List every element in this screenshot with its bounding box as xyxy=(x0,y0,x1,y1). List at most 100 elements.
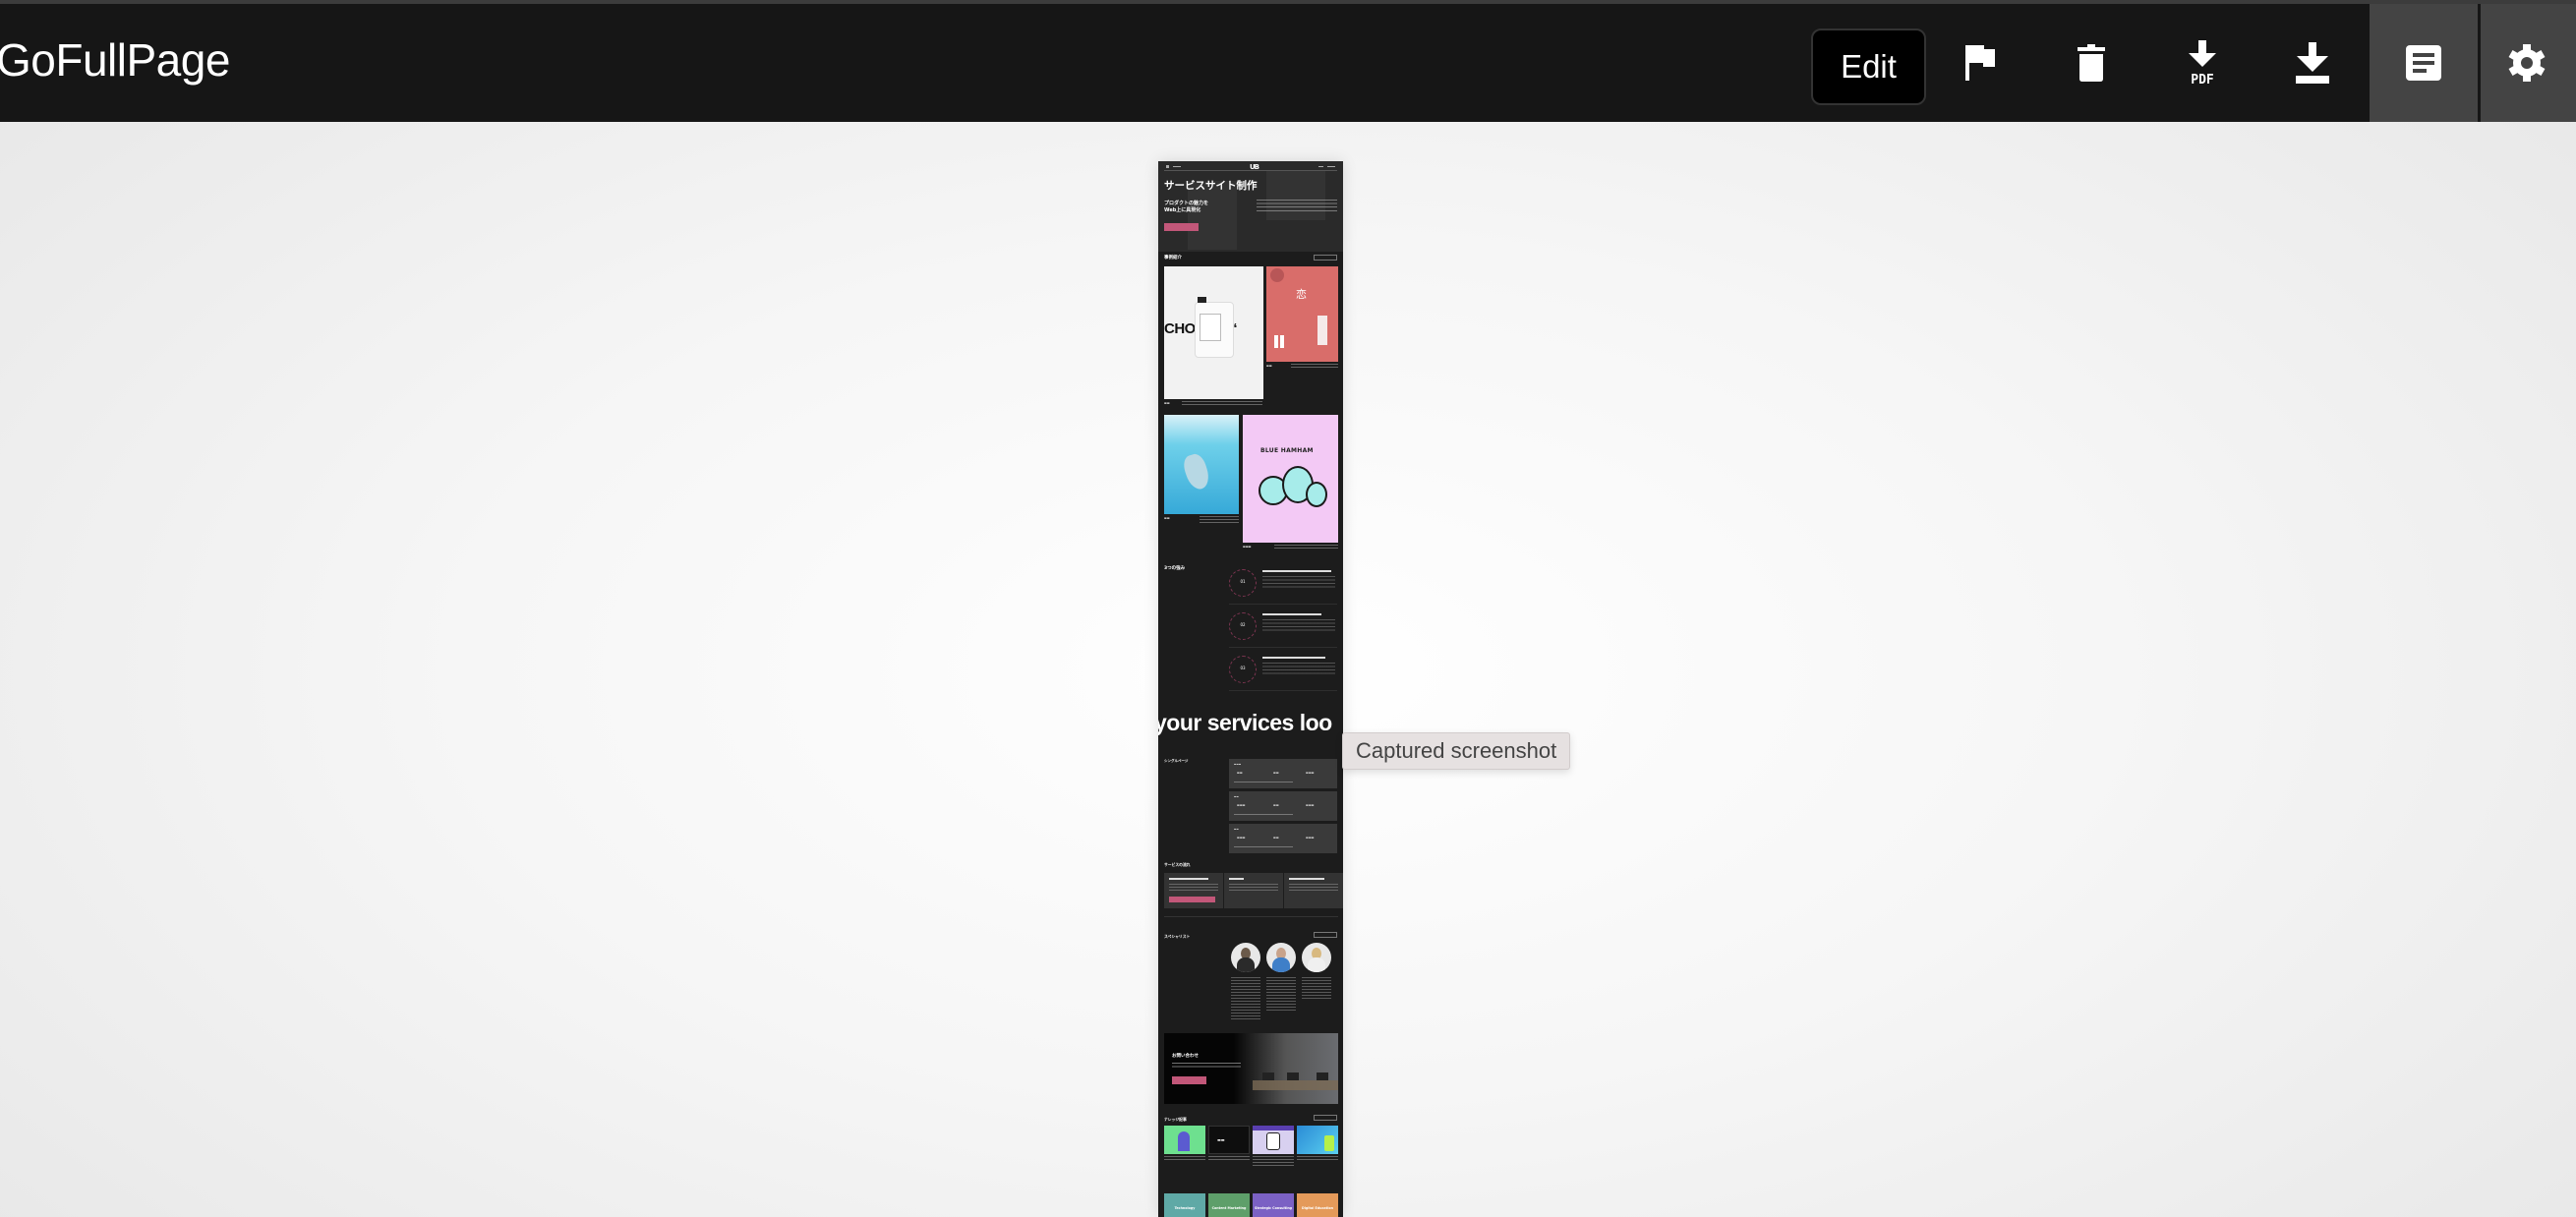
hero-subtitle: プロダクトの魅力を Web上に具現化 xyxy=(1164,201,1209,213)
plan-value: ▬▬ xyxy=(1273,803,1279,807)
swimmer-illustration xyxy=(1180,451,1213,493)
case-caption xyxy=(1274,545,1338,550)
contact-cta-button xyxy=(1172,1076,1206,1084)
case-name: ▬▬ xyxy=(1164,401,1170,405)
category-card: Content Marketing xyxy=(1208,1193,1250,1217)
article-title xyxy=(1253,1156,1294,1166)
strength-title xyxy=(1262,657,1325,659)
article-title xyxy=(1208,1156,1250,1162)
product-tube xyxy=(1280,335,1284,348)
strength-item: 03 xyxy=(1229,648,1337,691)
flow-cta-button xyxy=(1169,897,1215,902)
plan-value: ▬▬ xyxy=(1273,771,1279,775)
plan-card: ▬▬▬ ▬▬ ▬▬ ▬▬▬ xyxy=(1229,759,1337,788)
bottle-cap xyxy=(1198,297,1206,303)
pdf-badge: PDF xyxy=(2191,73,2214,86)
avatar-body xyxy=(1272,957,1290,972)
flow-step-card xyxy=(1164,873,1223,908)
flow-step-body xyxy=(1169,884,1218,892)
trash-icon xyxy=(2078,44,2105,82)
article-thumbnail xyxy=(1253,1126,1294,1154)
product-tube xyxy=(1274,335,1278,348)
contact-title: お問い合わせ xyxy=(1172,1054,1199,1059)
articles-more-button xyxy=(1314,1115,1337,1121)
preview-tooltip: Captured screenshot xyxy=(1342,732,1571,770)
specialist-bio xyxy=(1302,977,1331,1001)
office-desk xyxy=(1253,1080,1338,1090)
specialist-avatar xyxy=(1266,943,1296,972)
article-thumbnail: ▬▬ xyxy=(1208,1126,1250,1154)
flow-step-title xyxy=(1229,878,1244,880)
site-logo: UB xyxy=(1250,163,1259,171)
delete-button[interactable] xyxy=(2042,4,2140,122)
article-thumbnail xyxy=(1297,1126,1338,1154)
flow-step-body xyxy=(1229,884,1278,892)
specialist-bio xyxy=(1266,977,1296,1011)
plan-value: ▬▬▬ xyxy=(1306,771,1315,775)
flag-button[interactable] xyxy=(1931,4,2029,122)
cases-more-button xyxy=(1314,255,1337,261)
page-list-button[interactable] xyxy=(2374,4,2473,122)
captured-page-preview[interactable]: UB サービスサイト制作 プロダクトの魅力を Web上に具現化 事例紹介 CHO… xyxy=(1158,161,1343,1217)
plan-value: ▬▬▬ xyxy=(1306,836,1315,840)
nav-link xyxy=(1173,166,1181,167)
specialists-heading: スペシャリスト xyxy=(1164,934,1191,939)
site-nav: UB xyxy=(1164,163,1337,171)
category-card: Digital Education xyxy=(1297,1193,1338,1217)
office-monitor xyxy=(1287,1072,1299,1080)
category-card: Technology xyxy=(1164,1193,1205,1217)
cases-heading: 事例紹介 xyxy=(1164,256,1182,261)
download-pdf-icon: PDF xyxy=(2189,40,2216,86)
mascot-illustration xyxy=(1306,482,1327,507)
plans-heading: シングルページ xyxy=(1164,759,1189,763)
article-illustration xyxy=(1253,1126,1294,1130)
download-image-button[interactable] xyxy=(2263,4,2362,122)
strength-body xyxy=(1262,663,1335,674)
article-illustration xyxy=(1324,1135,1334,1151)
product-tube xyxy=(1317,316,1327,345)
strength-number: 01 xyxy=(1240,579,1246,584)
plan-name: ▬▬ xyxy=(1234,795,1239,798)
strength-number: 02 xyxy=(1240,622,1246,627)
plan-value: ▬▬▬ xyxy=(1306,803,1315,807)
document-list-icon xyxy=(2406,45,2441,81)
plan-card: ▬▬ ▬▬▬ ▬▬ ▬▬▬ xyxy=(1229,824,1337,853)
plan-value: ▬▬ xyxy=(1237,771,1243,775)
specialist-avatar xyxy=(1231,943,1260,972)
plan-value: ▬▬▬ xyxy=(1237,803,1246,807)
slogan-marquee: your services loo xyxy=(1158,710,1332,735)
flow-step-card xyxy=(1284,873,1343,908)
edit-button[interactable]: Edit xyxy=(1811,29,1926,105)
strengths-heading: 3つの強み xyxy=(1164,566,1186,571)
article-title xyxy=(1164,1156,1205,1162)
flag-icon xyxy=(1965,45,1995,81)
flow-step-title xyxy=(1289,878,1324,880)
case-name: ▬▬ xyxy=(1164,516,1170,520)
hero-description xyxy=(1257,200,1337,213)
strength-body xyxy=(1262,619,1335,631)
article-thumbnail xyxy=(1164,1126,1205,1154)
menu-icon xyxy=(1166,165,1169,168)
strength-item: 01 xyxy=(1229,561,1337,605)
case-thumbnail: BLUE HAMHAM xyxy=(1243,415,1338,543)
flower-illustration xyxy=(1270,268,1284,282)
case-caption xyxy=(1291,364,1338,370)
download-pdf-button[interactable]: PDF xyxy=(2153,4,2252,122)
plan-name: ▬▬▬ xyxy=(1234,763,1242,766)
strength-title xyxy=(1262,570,1331,572)
office-monitor xyxy=(1262,1072,1274,1080)
avatar-body xyxy=(1308,957,1325,972)
plan-name: ▬▬ xyxy=(1234,828,1239,831)
specialist-bio xyxy=(1231,977,1260,1020)
article-illustration xyxy=(1266,1132,1280,1150)
case-caption xyxy=(1200,516,1239,524)
bottle-label xyxy=(1200,314,1221,341)
plan-note xyxy=(1234,814,1293,815)
contact-description xyxy=(1172,1063,1241,1070)
hero-title: サービスサイト制作 xyxy=(1164,180,1258,192)
case-thumbnail: 恋 xyxy=(1266,266,1338,362)
plan-value: ▬▬ xyxy=(1273,836,1279,840)
case-name: ▬▬ xyxy=(1266,364,1272,368)
strength-number: 03 xyxy=(1240,666,1246,670)
settings-button[interactable] xyxy=(2478,4,2576,122)
